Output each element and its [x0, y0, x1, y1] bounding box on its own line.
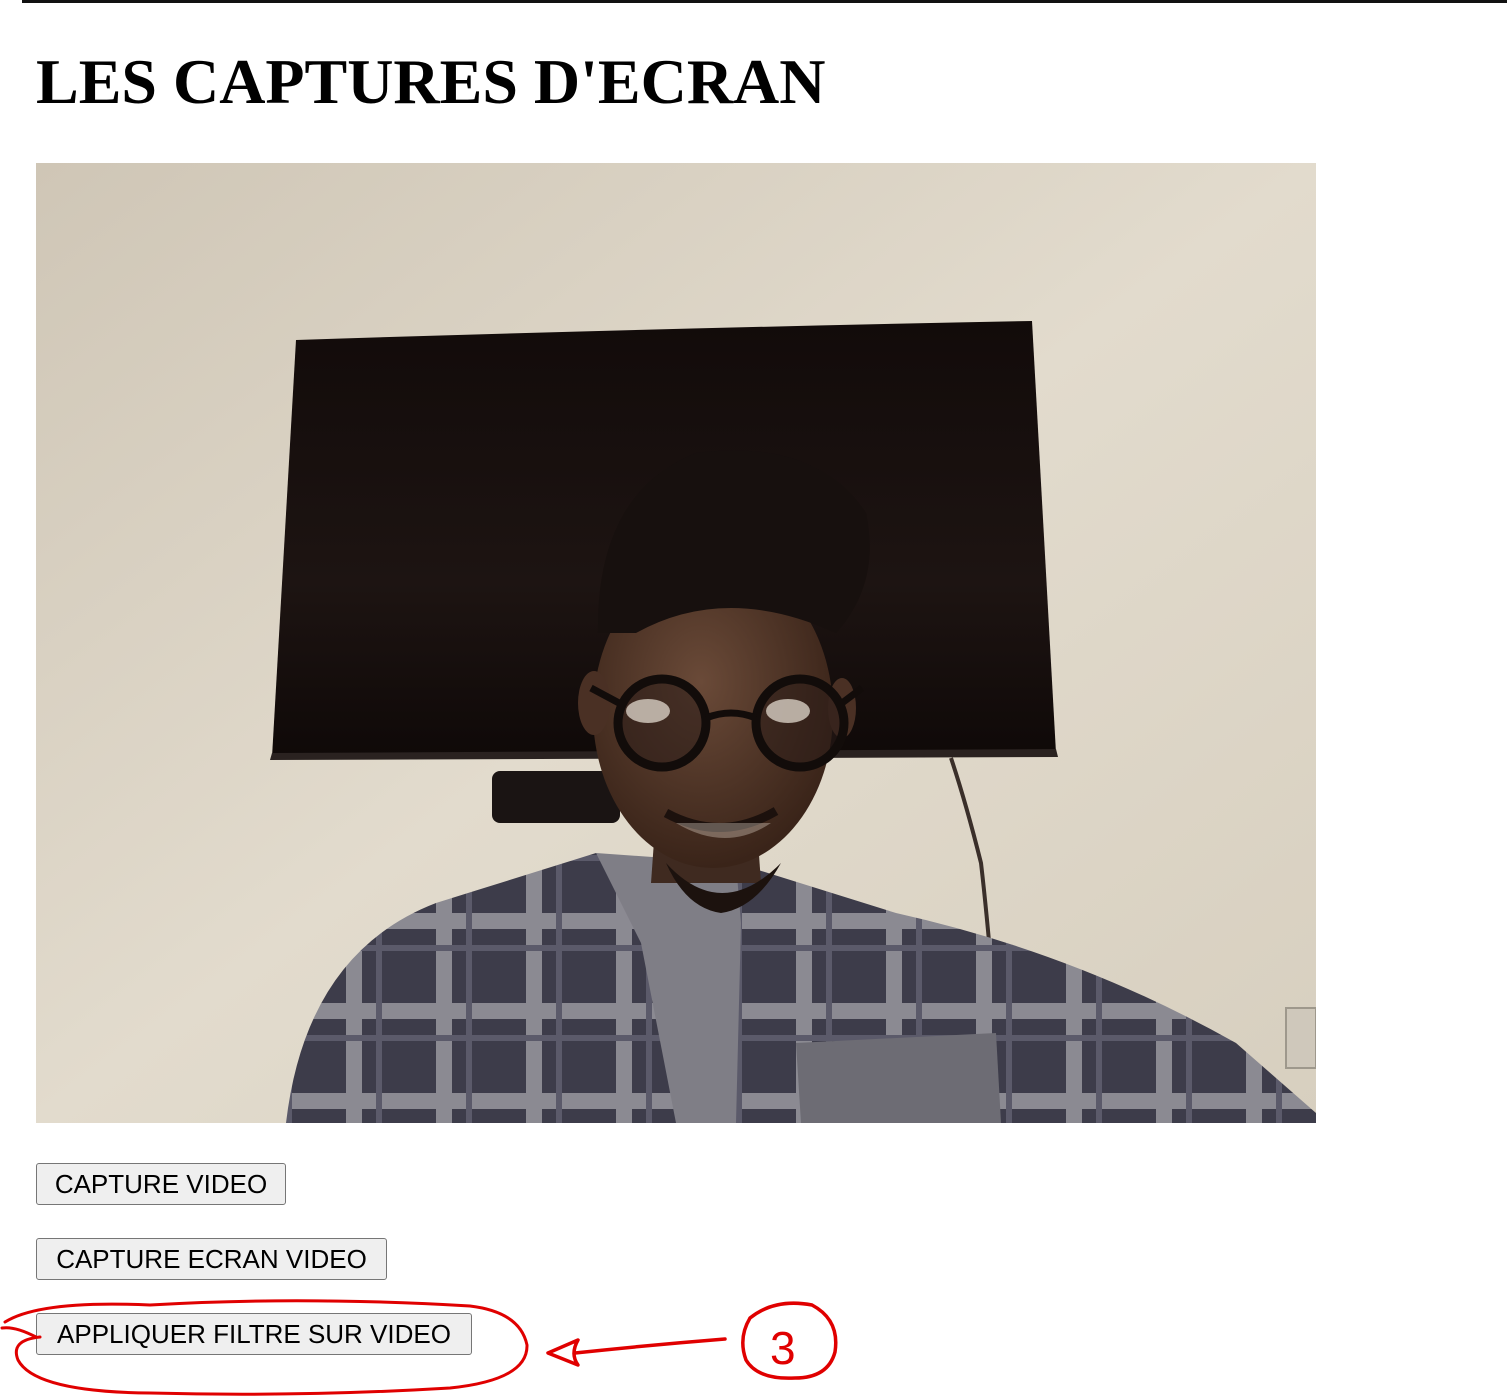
webcam-frame-image [36, 163, 1316, 1123]
step-number-circle: 3 [741, 1301, 838, 1380]
page-title: LES CAPTURES D'ECRAN [36, 46, 826, 117]
step-number: 3 [770, 1322, 796, 1374]
capture-ecran-video-button[interactable]: CAPTURE ECRAN VIDEO [36, 1238, 387, 1280]
appliquer-filtre-button[interactable]: APPLIQUER FILTRE SUR VIDEO [36, 1313, 472, 1355]
capture-video-button[interactable]: CAPTURE VIDEO [36, 1163, 286, 1205]
video-preview [36, 163, 1316, 1123]
arrow-left-icon [546, 1337, 727, 1367]
top-divider [22, 0, 1507, 3]
